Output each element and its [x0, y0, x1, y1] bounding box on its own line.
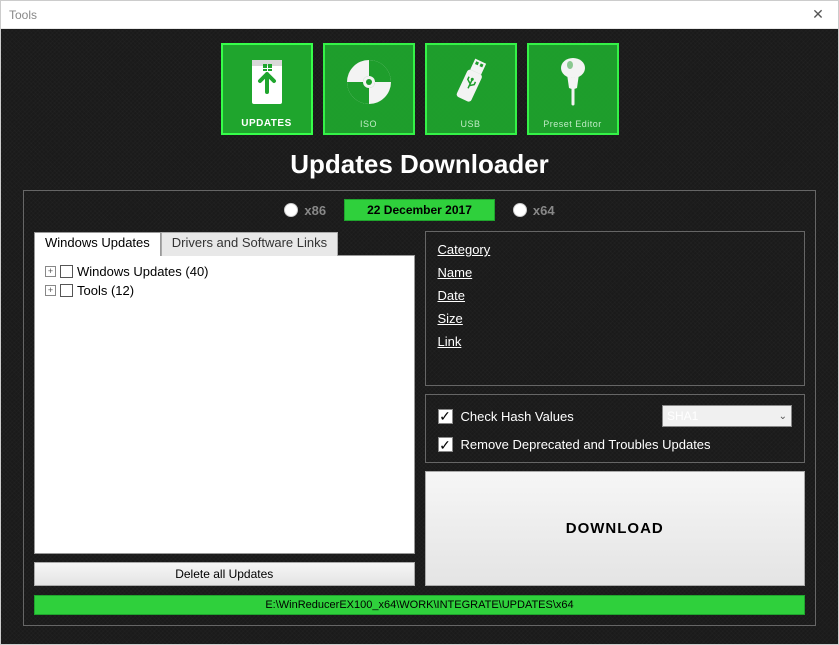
nav-usb-button[interactable]: USB: [425, 43, 517, 135]
path-bar[interactable]: E:\WinReducerEX100_x64\WORK\INTEGRATE\UP…: [34, 595, 805, 615]
pushpin-icon: [551, 45, 595, 119]
expand-icon[interactable]: +: [45, 285, 56, 296]
updates-icon: [246, 45, 288, 118]
radio-x64-label: x64: [533, 203, 555, 218]
info-link-label: Link: [438, 334, 793, 349]
tree-item-label: Windows Updates (40): [77, 264, 209, 279]
checkbox[interactable]: [60, 265, 73, 278]
expand-icon[interactable]: +: [45, 266, 56, 277]
remove-deprecated-label: Remove Deprecated and Troubles Updates: [461, 437, 711, 452]
date-pill[interactable]: 22 December 2017: [344, 199, 495, 221]
tree-item[interactable]: + Windows Updates (40): [41, 262, 408, 281]
nav-preset-button[interactable]: Preset Editor: [527, 43, 619, 135]
check-hash-row: ✓ Check Hash Values SHA1 ⌄: [438, 405, 793, 427]
tabstrip: Windows Updates Drivers and Software Lin…: [34, 231, 415, 255]
info-name-label: Name: [438, 265, 793, 280]
right-column: Category Name Date Size Link ✓ Check Has…: [425, 231, 806, 586]
options-box: ✓ Check Hash Values SHA1 ⌄ ✓ Remove Depr…: [425, 394, 806, 463]
titlebar: Tools ✕: [1, 1, 838, 29]
radio-dot-icon: [513, 203, 527, 217]
close-icon[interactable]: ✕: [806, 6, 830, 23]
arch-row: x86 22 December 2017 x64: [34, 199, 805, 221]
radio-dot-icon: [284, 203, 298, 217]
remove-deprecated-row: ✓ Remove Deprecated and Troubles Updates: [438, 437, 793, 452]
radio-x64[interactable]: x64: [513, 203, 555, 218]
remove-deprecated-checkbox[interactable]: ✓: [438, 437, 453, 452]
iso-icon: [343, 45, 395, 119]
main-panel: x86 22 December 2017 x64 Windows Updates…: [23, 190, 816, 626]
radio-x86-label: x86: [304, 203, 326, 218]
download-button[interactable]: DOWNLOAD: [425, 471, 806, 586]
radio-x86[interactable]: x86: [284, 203, 326, 218]
info-category-label: Category: [438, 242, 793, 257]
hash-algo-select[interactable]: SHA1 ⌄: [662, 405, 792, 427]
window-title: Tools: [9, 8, 806, 22]
columns: Windows Updates Drivers and Software Lin…: [34, 231, 805, 586]
tree-item[interactable]: + Tools (12): [41, 281, 408, 300]
hash-algo-value: SHA1: [667, 409, 698, 423]
usb-icon: [451, 45, 491, 119]
info-date-label: Date: [438, 288, 793, 303]
page-title: Updates Downloader: [23, 149, 816, 180]
nav-iso-button[interactable]: ISO: [323, 43, 415, 135]
info-box: Category Name Date Size Link: [425, 231, 806, 386]
content-area: UPDATES ISO: [1, 29, 838, 644]
nav-preset-label: Preset Editor: [543, 119, 602, 129]
info-size-label: Size: [438, 311, 793, 326]
nav-updates-button[interactable]: UPDATES: [221, 43, 313, 135]
tab-drivers-software[interactable]: Drivers and Software Links: [161, 232, 338, 256]
nav-updates-label: UPDATES: [241, 118, 292, 129]
nav-usb-label: USB: [460, 119, 480, 129]
nav-iso-label: ISO: [360, 119, 377, 129]
check-hash-label: Check Hash Values: [461, 409, 574, 424]
nav-bar: UPDATES ISO: [23, 43, 816, 135]
updates-tree[interactable]: + Windows Updates (40) + Tools (12): [34, 255, 415, 554]
app-window: Tools ✕ UPDATES: [0, 0, 839, 645]
delete-all-button[interactable]: Delete all Updates: [34, 562, 415, 586]
tab-windows-updates[interactable]: Windows Updates: [34, 232, 161, 256]
tree-item-label: Tools (12): [77, 283, 134, 298]
left-column: Windows Updates Drivers and Software Lin…: [34, 231, 415, 586]
chevron-down-icon: ⌄: [779, 411, 787, 422]
checkbox[interactable]: [60, 284, 73, 297]
check-hash-checkbox[interactable]: ✓: [438, 409, 453, 424]
